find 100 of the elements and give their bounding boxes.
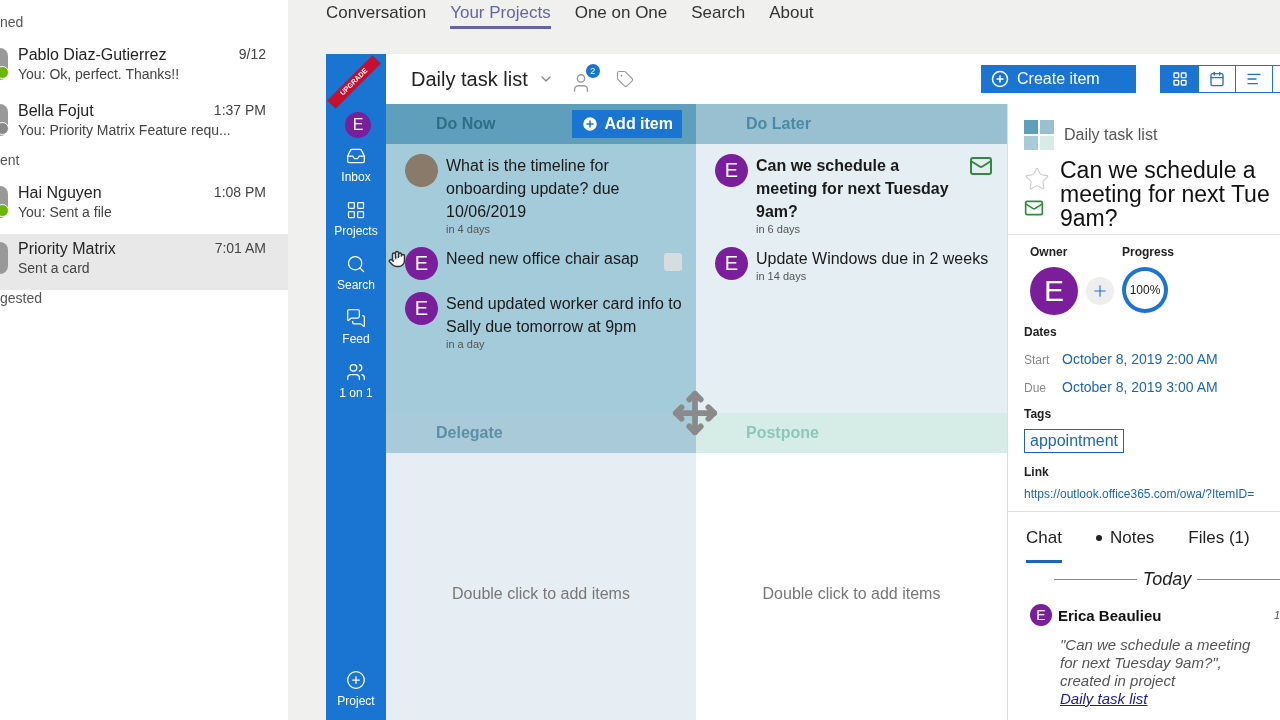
message-preview: You: Sent a file: [18, 204, 113, 220]
empty-hint: Double click to add items: [452, 583, 630, 603]
task-heading: meeting for next Tue: [1060, 182, 1270, 206]
section-heading: ent: [0, 152, 21, 170]
due-text: in 14 days: [756, 270, 808, 282]
plus-icon: [346, 670, 366, 690]
nav-item[interactable]: 1 on 1: [339, 362, 373, 400]
task-item[interactable]: E Can we schedule a meeting for next Tuesday 9am? in 6 days: [715, 154, 993, 235]
quadrant-title: Postpone: [746, 424, 819, 442]
message-time: 1: [1273, 609, 1280, 621]
view-icon: [1209, 71, 1225, 87]
task-item[interactable]: E Send updated worker card info to Sally due tomorrow at 9pm in a day: [405, 292, 682, 350]
task-heading: Can we schedule a: [1060, 158, 1257, 182]
nav-icon: [346, 362, 366, 382]
count-badge: 2: [585, 64, 600, 78]
project-name: Daily task list: [1064, 126, 1158, 144]
conversation-item[interactable]: Bella Fojut 1:37 PM You: Priority Matrix Feature requ...: [0, 96, 288, 152]
task-title: What is the timeline for onboarding update? due 10/06/2019: [446, 156, 621, 222]
message-preview: You: Priority Matrix Feature requ...: [18, 122, 232, 138]
message-preview: Sent a card: [18, 260, 91, 276]
tab[interactable]: Notes: [1095, 528, 1155, 563]
project-link[interactable]: Daily task list: [1060, 690, 1148, 707]
conversation-item[interactable]: Priority Matrix 7:01 AM Sent a card: [0, 234, 288, 290]
message-time: 9/12: [238, 46, 266, 64]
task-item[interactable]: E Need new office chair asap: [405, 247, 682, 280]
nav-icon: [346, 308, 366, 328]
star-icon[interactable]: [1024, 166, 1050, 192]
due-text: in 4 days: [446, 223, 492, 235]
create-item-button[interactable]: Create item: [981, 65, 1136, 93]
date-value[interactable]: October 8, 2019 3:00 AM: [1062, 379, 1218, 395]
owner-label: Owner: [1030, 245, 1069, 259]
tab[interactable]: Chat: [1026, 528, 1062, 563]
checkbox[interactable]: [664, 253, 682, 271]
task-title: Update Windows due in 2 weeks: [756, 249, 990, 269]
tab[interactable]: Conversation: [326, 0, 427, 29]
task-item[interactable]: E Update Windows due in 2 weeks in 14 days: [715, 247, 993, 282]
view-icon: [1246, 71, 1262, 87]
task-title: Need new office chair asap: [446, 249, 640, 269]
tab[interactable]: Files (1): [1188, 528, 1250, 563]
message-time: 7:01 AM: [214, 240, 266, 258]
tags-label: Tags: [1024, 407, 1053, 421]
plus-icon: [580, 115, 599, 133]
nav-icon: [346, 200, 366, 220]
day-divider: Today: [1142, 569, 1192, 590]
contact-name: Pablo Diaz-Gutierrez: [18, 46, 167, 64]
avatar: E: [715, 154, 748, 187]
contact-name: Bella Fojut: [18, 102, 94, 120]
view-button[interactable]: [1161, 66, 1198, 92]
message-preview: You: Ok, perfect. Thanks!!: [18, 66, 181, 82]
task-title: Can we schedule a meeting for next Tuesday 9am?: [756, 156, 950, 222]
owner-avatar: E: [1030, 267, 1078, 315]
nav-item[interactable]: Inbox: [341, 146, 371, 184]
conversation-item[interactable]: Hai Nguyen 1:08 PM You: Sent a file: [0, 178, 288, 234]
section-heading: ned: [0, 14, 25, 32]
avatar: [0, 242, 8, 274]
date-label: Due: [1024, 381, 1047, 395]
link-label: Link: [1024, 465, 1050, 479]
tag-icon[interactable]: [615, 70, 634, 88]
link[interactable]: https://outlook.office365.com/owa/?ItemID=: [1024, 487, 1264, 501]
tab[interactable]: Search: [691, 0, 746, 29]
add-owner-button[interactable]: [1086, 277, 1114, 305]
tab[interactable]: One on One: [574, 0, 668, 29]
tab[interactable]: About: [769, 0, 814, 29]
progress-label: Progress: [1122, 245, 1175, 259]
message-time: 1:37 PM: [213, 102, 266, 120]
avatar: E: [715, 247, 748, 280]
hand-cursor-icon: [388, 250, 406, 268]
contact-name: Priority Matrix: [18, 240, 116, 258]
avatar: E: [405, 247, 438, 280]
progress-value: 100%: [1126, 271, 1164, 309]
project-grid-icon: [1024, 120, 1054, 150]
quadrant-title: Do Later: [746, 115, 811, 133]
task-title: Send updated worker card info to Sally due tomorrow at 9pm: [446, 294, 682, 337]
members-button[interactable]: 2: [569, 64, 600, 94]
date-label: Start: [1024, 353, 1048, 367]
nav-item[interactable]: Projects: [334, 200, 378, 238]
task-item[interactable]: What is the timeline for onboarding update? due 10/06/2019 in 4 days: [405, 154, 682, 235]
nav-icon: [346, 254, 366, 274]
add-item-button[interactable]: Add item: [571, 110, 682, 138]
contact-name: Hai Nguyen: [18, 184, 102, 202]
tab[interactable]: Your Projects: [450, 0, 551, 29]
nav-item[interactable]: Feed: [342, 308, 370, 346]
due-text: in 6 days: [756, 223, 802, 235]
move-cursor-icon: [672, 390, 718, 436]
tag[interactable]: appointment: [1024, 429, 1125, 453]
view-icon: [1172, 71, 1188, 87]
date-value[interactable]: October 8, 2019 2:00 AM: [1062, 351, 1218, 367]
avatar: E: [1030, 604, 1052, 626]
message-text: "Can we schedule a meeting for next Tuesday 9am?", created in project Daily task list: [1059, 636, 1252, 708]
plus-icon: [991, 70, 1009, 88]
conversation-item[interactable]: Pablo Diaz-Gutierrez 9/12 You: Ok, perfect. Thanks!!: [0, 40, 288, 96]
nav-icon: [346, 146, 366, 166]
due-text: in a day: [446, 338, 486, 350]
empty-hint: Double click to add items: [762, 583, 941, 603]
user-avatar[interactable]: E: [345, 112, 371, 138]
author-name: Erica Beaulieu: [1058, 606, 1162, 624]
new-project-button[interactable]: Project: [337, 670, 375, 708]
avatar: E: [405, 292, 438, 325]
nav-item[interactable]: Search: [337, 254, 375, 292]
message-time: 1:08 PM: [213, 184, 266, 202]
